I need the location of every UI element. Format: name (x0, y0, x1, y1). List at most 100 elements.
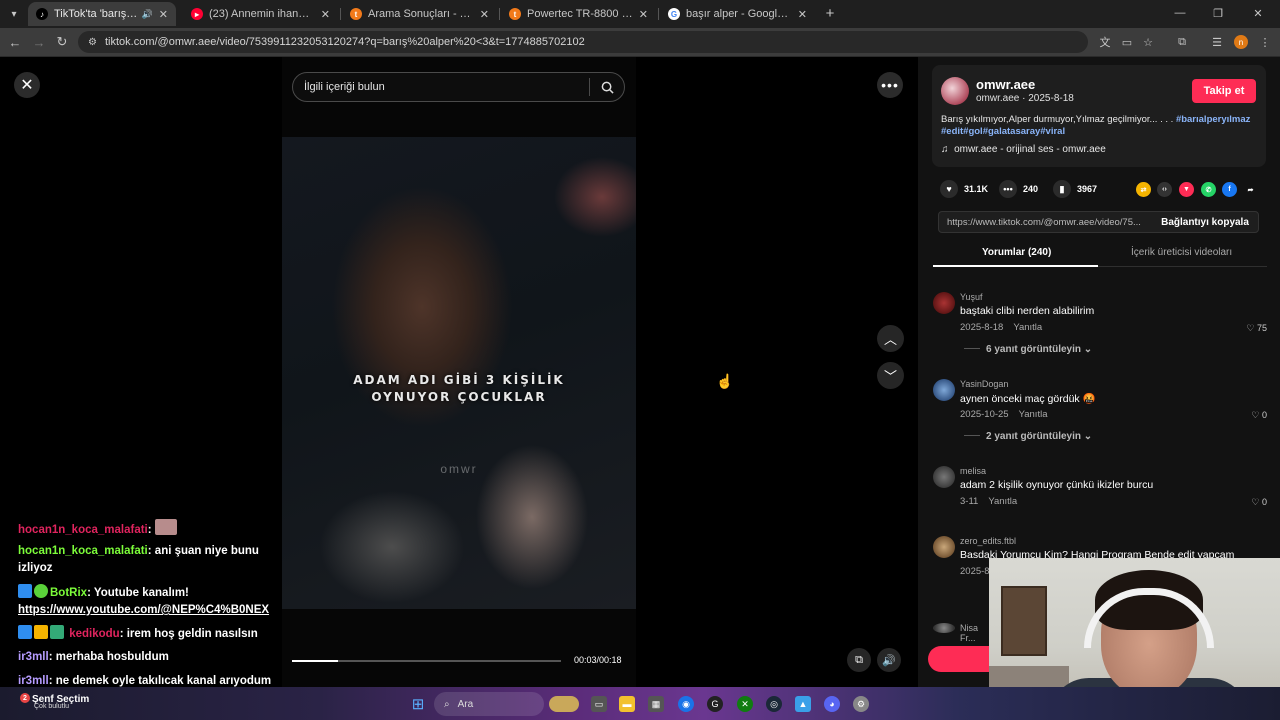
reply-link[interactable]: Yanıtla (1019, 409, 1048, 420)
task-view-icon[interactable]: ▭ (591, 696, 607, 712)
site-info-icon[interactable]: ⚙ (88, 37, 97, 48)
address-bar[interactable]: ⚙ tiktok.com/@omwr.aee/video/75399112320… (78, 31, 1088, 53)
more-options-button[interactable]: ••• (877, 72, 903, 98)
search-icon[interactable] (590, 81, 624, 94)
close-icon[interactable]: ✕ (480, 8, 489, 21)
commenter-name[interactable]: zero_edits.ftbl (960, 536, 1016, 546)
close-icon[interactable]: ✕ (321, 8, 330, 21)
heart-outline-icon[interactable]: ♡ (1246, 323, 1254, 333)
heart-icon[interactable]: ♥ (940, 180, 958, 198)
weather-widget[interactable]: 2 Şenf Seçtim Çok bulutlu (12, 693, 89, 710)
comment-like[interactable]: ♡ 75 (1246, 323, 1267, 334)
tab-youtube[interactable]: ▸ (23) Annemin ihanetini yakaladı ✕ (183, 2, 338, 26)
like-stat[interactable]: ♥ 31.1K (940, 180, 988, 198)
next-video-button[interactable]: ﹀ (877, 362, 904, 389)
facebook-icon[interactable]: f (1222, 182, 1237, 197)
taskbar-search[interactable]: ⌕ Ara (434, 692, 544, 716)
commenter-name[interactable]: Yuşuf (960, 292, 983, 302)
tab-tiktok[interactable]: ♪ TikTok'ta 'barış alper <3' bu 🔊 ✕ (28, 2, 176, 26)
steam-icon[interactable]: ◎ (766, 696, 782, 712)
repost-icon[interactable]: ⇄ (1136, 182, 1151, 197)
share-link-text[interactable]: https://www.tiktok.com/@omwr.aee/video/7… (947, 217, 1152, 228)
profile-avatar[interactable]: n (1234, 35, 1248, 49)
sound-row[interactable]: ♫ omwr.aee - orijinal ses - omwr.aee (941, 144, 1106, 155)
tab-comments[interactable]: Yorumlar (240) (982, 247, 1051, 258)
heart-outline-icon[interactable]: ♡ (1251, 410, 1259, 420)
send-icon[interactable]: ▼ (1179, 182, 1194, 197)
store-icon[interactable]: ▦ (648, 696, 664, 712)
comment-stat[interactable]: ••• 240 (999, 180, 1038, 198)
reply-link[interactable]: Yanıtla (1013, 322, 1042, 333)
save-stat[interactable]: ▮ 3967 (1053, 180, 1097, 198)
previous-video-button[interactable]: ︿ (877, 325, 904, 352)
sound-name[interactable]: omwr.aee - orijinal ses - omwr.aee (954, 144, 1106, 155)
comment-like[interactable]: ♡ 0 (1251, 497, 1267, 508)
volume-icon[interactable]: 🔊 (877, 648, 901, 672)
floating-player-icon[interactable]: ⧉ (847, 648, 871, 672)
reload-icon[interactable]: ↻ (53, 33, 71, 51)
author-username[interactable]: omwr.aee (976, 77, 1035, 92)
tab-trendyol-search[interactable]: t Arama Sonuçları - Trendyol ✕ (342, 2, 497, 26)
translate-icon[interactable]: 文 (1097, 34, 1113, 50)
chrome-icon[interactable]: ◉ (678, 696, 694, 712)
back-icon[interactable]: ← (6, 33, 24, 51)
follow-button[interactable]: Takip et (1192, 79, 1256, 103)
comment-like[interactable]: ♡ 0 (1251, 410, 1267, 421)
photos-icon[interactable]: ▲ (795, 696, 811, 712)
commenter-avatar[interactable] (933, 379, 955, 401)
commenter-name[interactable]: melisa (960, 466, 986, 476)
close-video-button[interactable]: ✕ (14, 72, 40, 98)
cast-icon[interactable]: ▭ (1119, 34, 1135, 50)
tab-search-icon[interactable]: ▾ (4, 4, 24, 24)
reply-link[interactable]: Yanıtla (988, 496, 1017, 507)
share-arrow-icon[interactable]: ➦ (1243, 182, 1258, 197)
file-explorer-icon[interactable]: ▬ (619, 696, 635, 712)
commenter-name[interactable]: Nisa Fr... (960, 623, 989, 643)
extensions-icon[interactable]: ⧉ (1174, 34, 1190, 50)
heart-outline-icon[interactable]: ♡ (1251, 497, 1259, 507)
tab-creator-videos[interactable]: İçerik üreticisi videoları (1131, 247, 1232, 258)
speaker-icon[interactable]: 🔊 (142, 9, 153, 20)
whatsapp-icon[interactable]: ✆ (1201, 182, 1216, 197)
view-replies-button[interactable]: 6 yanıt görüntüleyin ⌄ (964, 344, 1092, 355)
commenter-name[interactable]: YasinDogan (960, 379, 1008, 389)
tab-trendyol-product[interactable]: t Powertec TR-8800 Profesyonel ✕ (501, 2, 656, 26)
commenter-avatar[interactable] (933, 466, 955, 488)
video-progress-bar[interactable] (292, 660, 561, 662)
author-meta: omwr.aee · 2025-8-18 (976, 93, 1074, 104)
bookmark-star-icon[interactable]: ☆ (1140, 34, 1156, 50)
github-icon[interactable]: G (707, 696, 723, 712)
like-count: 31.1K (964, 184, 989, 194)
commenter-avatar[interactable] (933, 536, 955, 558)
search-highlight-icon[interactable] (549, 696, 579, 712)
trendyol-icon: t (350, 8, 362, 20)
close-icon[interactable]: ✕ (159, 8, 168, 21)
forward-icon[interactable]: → (30, 33, 48, 51)
tab-google[interactable]: G başır alper - Google'da Ara ✕ (660, 2, 815, 26)
window-close-icon[interactable]: ✕ (1245, 4, 1271, 22)
xbox-icon[interactable]: ✕ (737, 696, 753, 712)
bookmark-icon[interactable]: ▮ (1053, 180, 1071, 198)
restore-icon[interactable]: ❐ (1205, 4, 1231, 22)
url-text[interactable]: tiktok.com/@omwr.aee/video/7539911232053… (105, 36, 585, 48)
tab-search-list-icon[interactable]: ☰ (1209, 34, 1225, 50)
discord-icon[interactable]: ◕ (824, 696, 840, 712)
copy-link-button[interactable]: Bağlantıyı kopyala (1152, 212, 1258, 232)
related-search-input[interactable]: İlgili içeriği bulun (292, 72, 625, 102)
embed-icon[interactable]: ‹› (1157, 182, 1172, 197)
close-icon[interactable]: ✕ (798, 8, 807, 21)
author-avatar[interactable] (941, 77, 969, 105)
commenter-avatar[interactable] (933, 623, 955, 633)
commenter-avatar[interactable] (933, 292, 955, 314)
settings-gear-icon[interactable]: ⚙ (853, 696, 869, 712)
comment-post-button[interactable] (928, 646, 998, 672)
view-replies-button[interactable]: 2 yanıt görüntüleyin ⌄ (964, 431, 1092, 442)
video-player[interactable]: ADAM ADI GİBİ 3 KİŞİLİK OYNUYOR ÇOCUKLAR… (282, 137, 636, 609)
chat-link[interactable]: https://www.youtube.com/@NEP%C4%B0NEX (18, 604, 269, 616)
new-tab-button[interactable]: + (821, 4, 839, 22)
minimize-icon[interactable]: — (1167, 4, 1193, 22)
comment-icon[interactable]: ••• (999, 180, 1017, 198)
close-icon[interactable]: ✕ (639, 8, 648, 21)
windows-start-icon[interactable]: ⊞ (410, 696, 426, 713)
menu-kebab-icon[interactable]: ⋮ (1257, 34, 1273, 50)
